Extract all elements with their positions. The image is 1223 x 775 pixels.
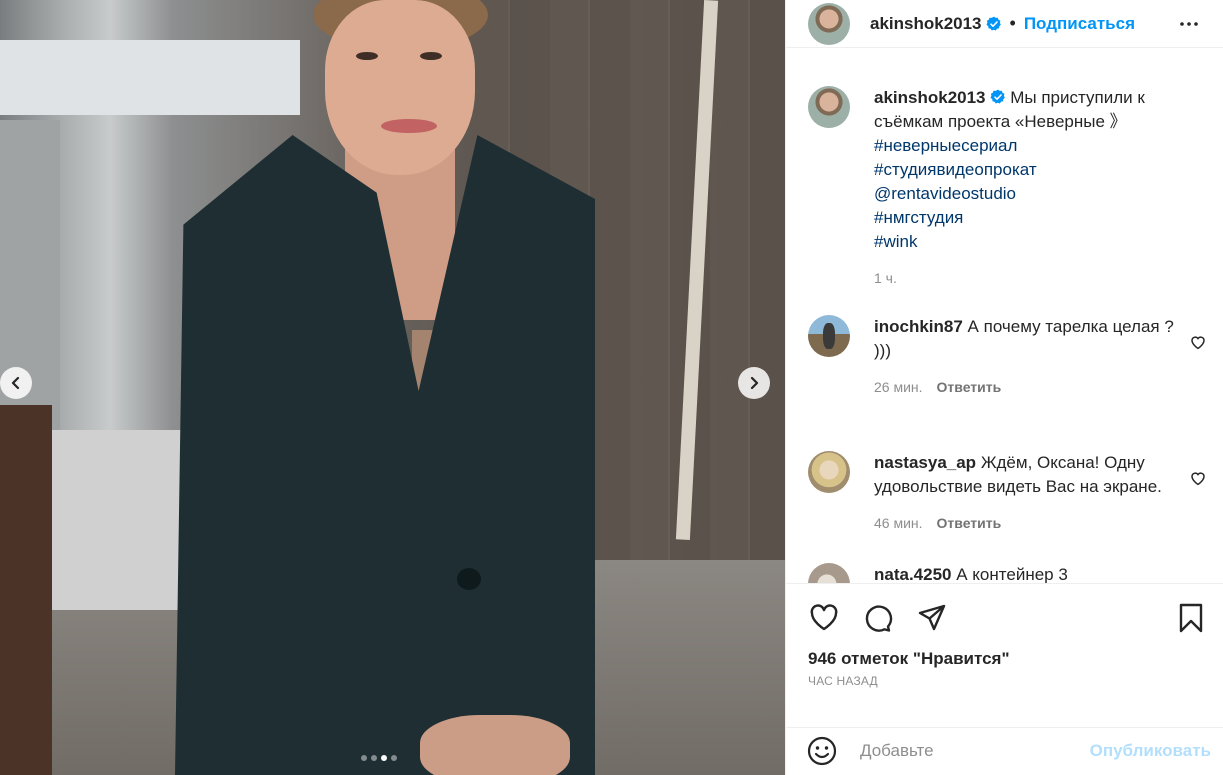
carousel-dot (371, 755, 377, 761)
carousel-dot (361, 755, 367, 761)
author-username[interactable]: akinshok2013 (870, 14, 982, 34)
comment-like-icon[interactable] (1189, 333, 1207, 351)
post-actions: 946 отметок "Нравится" ЧАС НАЗАД Опублик… (786, 583, 1223, 773)
like-heart-icon[interactable] (808, 602, 840, 634)
share-icon[interactable] (916, 602, 948, 634)
commenter-username[interactable]: inochkin87 (874, 317, 963, 336)
comment-item: nastasya_ap Ждём, Оксана! Одну удовольст… (808, 451, 1207, 535)
comment-item: nata.4250 А контейнер 3 (808, 563, 1207, 583)
photo-railing (0, 405, 52, 775)
hashtag-link[interactable]: #студиявидеопрокат (874, 158, 1207, 182)
photo-jacket-button (457, 568, 481, 590)
header-separator: • (1009, 13, 1016, 33)
caption-author-username[interactable]: akinshok2013 (874, 88, 986, 107)
comments-list[interactable]: akinshok2013 Мы приступили к съёмкам про… (786, 48, 1223, 583)
post-time: ЧАС НАЗАД (808, 674, 878, 688)
comment-input[interactable] (860, 741, 1090, 761)
carousel-dot (391, 755, 397, 761)
verified-badge-icon (990, 89, 1005, 104)
commenter-avatar[interactable] (808, 563, 850, 583)
comment-icon[interactable] (861, 602, 893, 634)
reply-button[interactable]: Ответить (937, 511, 1002, 535)
post-photo[interactable] (0, 0, 785, 775)
carousel-dot (381, 755, 387, 761)
carousel-next-button[interactable] (738, 367, 770, 399)
follow-button[interactable]: Подписаться (1024, 14, 1135, 34)
save-bookmark-icon[interactable] (1175, 602, 1207, 634)
hashtag-link[interactable]: #нмгстудия (874, 206, 1207, 230)
comment-text: А контейнер 3 (956, 565, 1068, 583)
photo-face (325, 0, 475, 175)
mention-link[interactable]: @rentavideostudio (874, 182, 1207, 206)
comment-time: 26 мин. (874, 379, 923, 395)
photo-eye-left (356, 52, 378, 60)
photo-window (0, 40, 300, 115)
comment-item: inochkin87 А почему тарелка целая ? ))) … (808, 315, 1207, 399)
caption-time: 1 ч. (874, 270, 897, 286)
commenter-username[interactable]: nata.4250 (874, 565, 952, 583)
next-arrow-icon (750, 376, 759, 390)
comment-composer: Опубликовать (786, 727, 1223, 774)
photo-lips (381, 119, 437, 133)
hashtag-link[interactable]: #wink (874, 230, 1207, 254)
post-header: akinshok2013 • Подписаться (786, 0, 1223, 48)
caption-author-avatar[interactable] (808, 86, 850, 128)
post-caption: akinshok2013 Мы приступили к съёмкам про… (808, 86, 1207, 290)
more-options-button[interactable] (1177, 12, 1201, 36)
reply-button[interactable]: Ответить (937, 375, 1002, 399)
photo-eye-right (420, 52, 442, 60)
hashtag-link[interactable]: #неверныесериал (874, 134, 1207, 158)
commenter-avatar[interactable] (808, 451, 850, 493)
carousel-prev-button[interactable] (0, 367, 32, 399)
post-sidebar: akinshok2013 • Подписаться akinshok2013 (785, 0, 1223, 775)
carousel-dots (361, 755, 397, 761)
more-options-icon (1180, 21, 1198, 26)
instagram-post: akinshok2013 • Подписаться akinshok2013 (0, 0, 1223, 775)
photo-hands (420, 715, 570, 775)
verified-badge-icon (986, 16, 1001, 30)
comment-time: 46 мин. (874, 515, 923, 531)
commenter-username[interactable]: nastasya_ap (874, 453, 976, 472)
publish-button[interactable]: Опубликовать (1090, 741, 1211, 761)
likes-count[interactable]: 946 отметок "Нравится" (808, 649, 1010, 669)
comment-like-icon[interactable] (1189, 469, 1207, 487)
author-avatar[interactable] (808, 2, 850, 45)
emoji-icon[interactable] (806, 735, 838, 767)
prev-arrow-icon (11, 376, 20, 390)
commenter-avatar[interactable] (808, 315, 850, 357)
